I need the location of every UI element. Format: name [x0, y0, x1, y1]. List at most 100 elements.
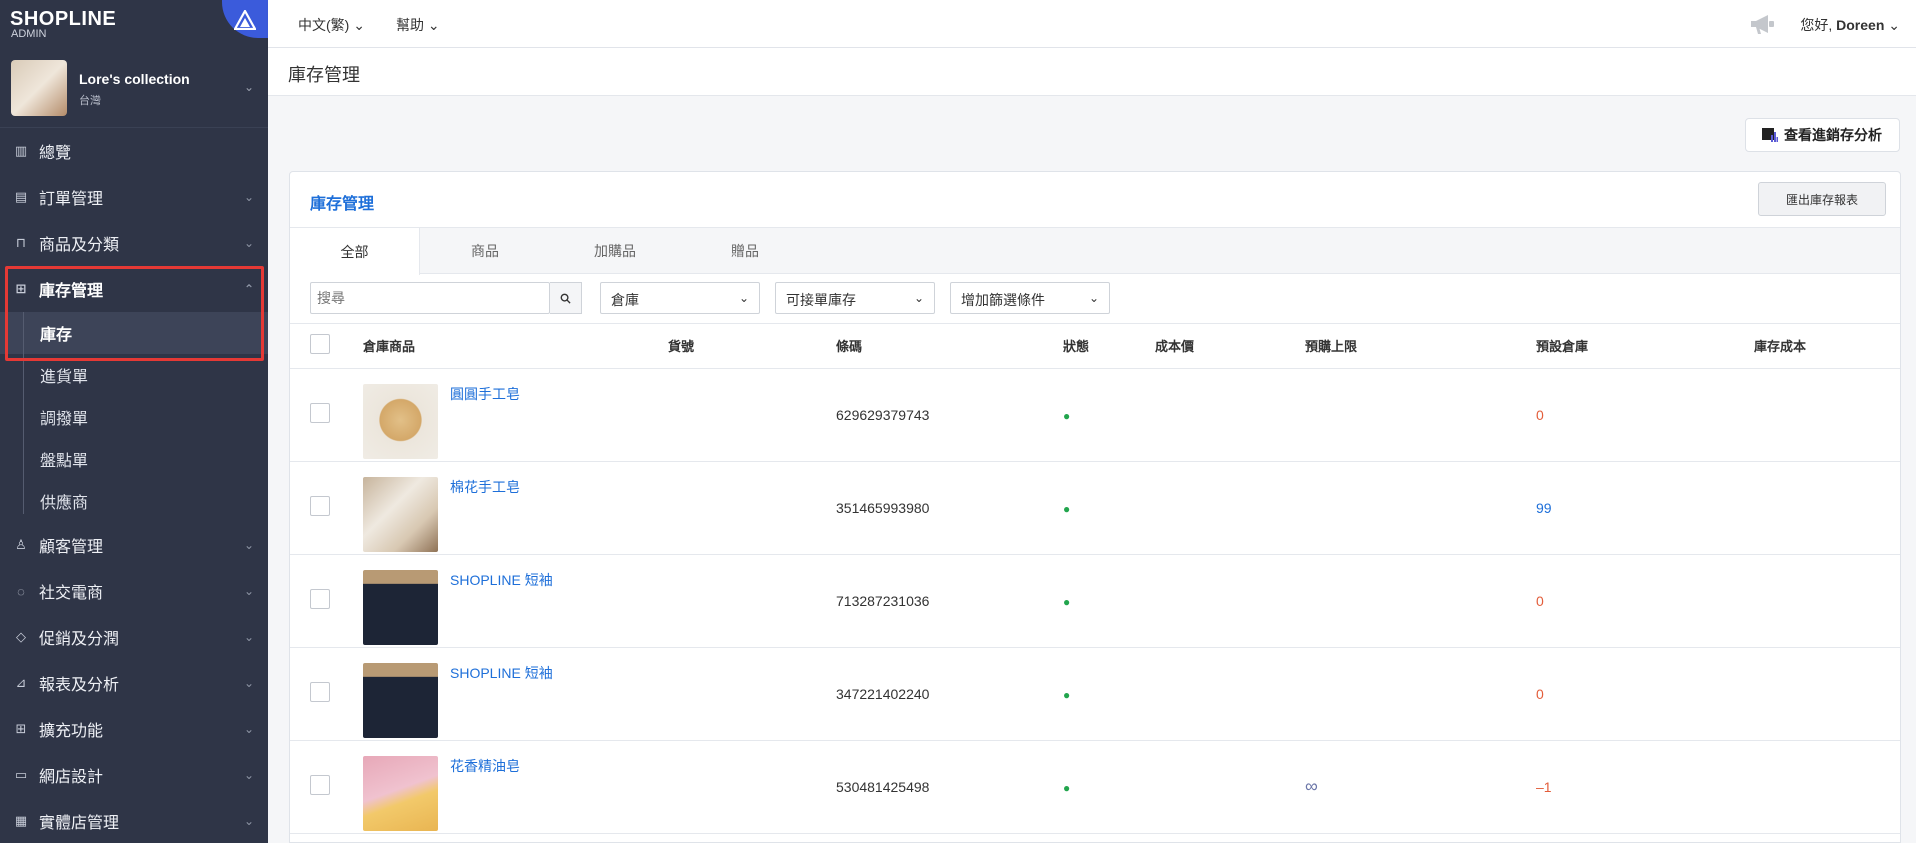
search-input[interactable] — [310, 282, 550, 314]
sidebar-item-customers[interactable]: ♙ 顧客管理 ⌄ — [0, 522, 268, 568]
help-dropdown[interactable]: 幫助 ⌄ — [396, 15, 440, 35]
apps-icon: ⊞ — [15, 721, 27, 736]
product-link[interactable]: SHOPLINE 短袖 — [450, 570, 553, 590]
stock-cost-cell — [1754, 554, 1900, 648]
export-report-button[interactable]: 匯出庫存報表 — [1758, 182, 1886, 216]
chevron-down-icon: ⌄ — [243, 676, 254, 690]
inventory-submenu: 庫存 進貨單 調撥單 盤點單 供應商 — [0, 312, 268, 522]
brand: SHOPLINE ADMIN — [0, 0, 268, 48]
table-row: SHOPLINE 短袖 713287231036 ● 0 — [290, 554, 1900, 648]
stock-cell[interactable]: 0 — [1536, 554, 1754, 648]
stock-cell[interactable]: 99 — [1536, 461, 1754, 555]
sidebar-item-orders[interactable]: ▤ 訂單管理 ⌄ — [0, 174, 268, 220]
preorder-cell: ∞ — [1305, 740, 1536, 834]
tag-icon: ◇ — [16, 629, 26, 644]
product-link[interactable]: 花香精油皂 — [450, 756, 520, 776]
sidebar-item-products[interactable]: ⊓ 商品及分類 ⌄ — [0, 220, 268, 266]
cost-cell — [1155, 461, 1305, 555]
cost-cell — [1155, 740, 1305, 834]
sidebar-subitem-stock[interactable]: 庫存 — [0, 312, 268, 354]
col-header-cost: 成本價 — [1155, 324, 1305, 369]
app-switcher-icon[interactable] — [222, 0, 268, 38]
product-link[interactable]: SHOPLINE 短袖 — [450, 663, 553, 683]
chevron-down-icon: ⌄ — [243, 722, 254, 736]
sidebar-item-design[interactable]: ▭ 網店設計 ⌄ — [0, 752, 268, 798]
available-stock-select-value: 可接單庫存 — [786, 292, 856, 308]
product-thumbnail — [363, 662, 438, 738]
tab-addon-items[interactable]: 加購品 — [550, 228, 680, 274]
preorder-cell — [1305, 368, 1536, 462]
product-link[interactable]: 棉花手工皂 — [450, 477, 520, 497]
view-analysis-button[interactable]: 查看進銷存分析 — [1745, 118, 1900, 152]
help-label: 幫助 — [396, 17, 424, 33]
product-thumbnail — [363, 569, 438, 645]
sidebar-item-overview[interactable]: ▥ 總覽 — [0, 128, 268, 174]
store-switcher[interactable]: Lore's collection 台灣 ⌄ — [0, 48, 268, 128]
chart-icon: ⊿ — [15, 675, 27, 690]
chevron-down-icon: ⌄ — [243, 814, 254, 828]
view-analysis-label: 查看進銷存分析 — [1784, 127, 1882, 143]
row-checkbox[interactable] — [310, 496, 330, 516]
row-checkbox[interactable] — [310, 403, 330, 423]
store-avatar — [11, 60, 67, 116]
barcode-cell: 530481425498 — [836, 740, 1063, 834]
analysis-icon — [1762, 128, 1778, 142]
table-row: 圓圓手工皂 629629379743 ● 0 — [290, 368, 1900, 462]
sidebar-subitem-suppliers[interactable]: 供應商 — [0, 480, 268, 522]
sidebar-subitem-transfers[interactable]: 調撥單 — [0, 396, 268, 438]
col-header-stock-cost: 庫存成本 — [1754, 324, 1900, 369]
stock-cell[interactable]: 0 — [1536, 647, 1754, 741]
stock-cost-cell — [1754, 461, 1900, 555]
user-name: Doreen — [1836, 17, 1885, 33]
product-thumbnail — [363, 476, 438, 552]
language-dropdown[interactable]: 中文(繁) ⌄ — [298, 15, 365, 35]
select-all-checkbox[interactable] — [310, 334, 330, 355]
barcode-cell: 347221402240 — [836, 647, 1063, 741]
cost-cell — [1155, 368, 1305, 462]
sku-cell — [668, 554, 836, 648]
product-link[interactable]: 圓圓手工皂 — [450, 384, 520, 404]
add-filter-select[interactable]: 增加篩選條件 ⌄ — [950, 282, 1110, 314]
available-stock-select[interactable]: 可接單庫存 ⌄ — [775, 282, 935, 314]
product-thumbnail — [363, 383, 438, 459]
add-filter-select-value: 增加篩選條件 — [961, 292, 1045, 308]
row-checkbox[interactable] — [310, 775, 330, 795]
tab-gifts[interactable]: 贈品 — [680, 228, 810, 274]
search-button[interactable] — [550, 282, 582, 314]
row-checkbox[interactable] — [310, 682, 330, 702]
stock-cell[interactable]: 0 — [1536, 368, 1754, 462]
sidebar-item-retail[interactable]: ▦ 實體店管理 ⌄ — [0, 798, 268, 843]
sku-cell — [668, 461, 836, 555]
col-header-default-warehouse: 預設倉庫 — [1536, 324, 1754, 369]
tab-products[interactable]: 商品 — [420, 228, 550, 274]
inventory-table: 倉庫商品 貨號 條碼 狀態 成本價 預購上限 預設倉庫 庫存成本 圓圓手工皂 6… — [290, 324, 1900, 834]
sidebar-item-inventory[interactable]: ⊞ 庫存管理 ⌃ — [0, 266, 268, 312]
store-region: 台灣 — [79, 95, 101, 107]
barcode-cell: 351465993980 — [836, 461, 1063, 555]
top-bar: 中文(繁) ⌄ 幫助 ⌄ 您好, Doreen ⌄ — [268, 0, 1916, 48]
search-icon — [560, 293, 571, 304]
status-dot-icon: ● — [1063, 594, 1071, 609]
tab-all[interactable]: 全部 — [290, 228, 420, 275]
user-menu[interactable]: 您好, Doreen ⌄ — [1800, 15, 1900, 35]
sidebar-item-reports[interactable]: ⊿ 報表及分析 ⌄ — [0, 660, 268, 706]
sidebar-item-social[interactable]: ◌ 社交電商 ⌄ — [0, 568, 268, 614]
warehouse-select[interactable]: 倉庫 ⌄ — [600, 282, 760, 314]
sku-cell — [668, 647, 836, 741]
row-checkbox[interactable] — [310, 589, 330, 609]
status-dot-icon: ● — [1063, 408, 1071, 423]
chevron-down-icon: ⌄ — [243, 768, 254, 782]
sidebar-item-promotions[interactable]: ◇ 促銷及分潤 ⌄ — [0, 614, 268, 660]
announcement-icon[interactable] — [1748, 12, 1776, 36]
sidebar-subitem-stocktake[interactable]: 盤點單 — [0, 438, 268, 480]
col-header-product: 倉庫商品 — [363, 324, 668, 369]
sidebar-subitem-purchase-orders[interactable]: 進貨單 — [0, 354, 268, 396]
stock-cell[interactable]: –1 — [1536, 740, 1754, 834]
page-title: 庫存管理 — [288, 65, 360, 85]
tab-bar: 全部 商品 加購品 贈品 — [290, 228, 1900, 275]
receipt-icon: ▤ — [14, 189, 28, 204]
chevron-down-icon: ⌄ — [353, 17, 365, 33]
sidebar-item-apps[interactable]: ⊞ 擴充功能 ⌄ — [0, 706, 268, 752]
sidebar-item-label: 商品及分類 — [39, 237, 120, 254]
sidebar-item-label: 促銷及分潤 — [39, 631, 120, 648]
